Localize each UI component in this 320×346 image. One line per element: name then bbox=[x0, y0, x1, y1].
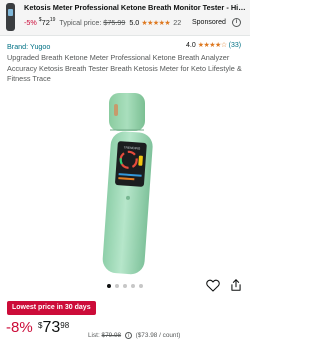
ketone-meter-image: TRENDING bbox=[102, 93, 153, 275]
ad-rating-value: 5.0 bbox=[129, 18, 140, 27]
carousel-dot[interactable] bbox=[123, 284, 127, 288]
ad-typical-label: Typical price: bbox=[59, 18, 102, 27]
carousel-dot[interactable] bbox=[115, 284, 119, 288]
current-price: $ 73 98 bbox=[38, 319, 69, 337]
sponsored-ad-banner[interactable]: Ketosis Meter Professional Ketone Breath… bbox=[0, 0, 250, 36]
ad-star-rating: ★★★★★ bbox=[141, 20, 171, 27]
discount-percent: -8% bbox=[6, 319, 33, 336]
product-title: Upgraded Breath Ketone Meter Professiona… bbox=[7, 53, 242, 84]
ad-price: $7219 bbox=[38, 17, 56, 27]
product-image[interactable]: TRENDING bbox=[0, 88, 250, 278]
heart-icon[interactable] bbox=[206, 279, 220, 292]
list-price-row: List: $79.98 i ($73.98 / count) bbox=[88, 332, 180, 339]
unit-price: ($73.98 / count) bbox=[135, 332, 181, 340]
ad-price-row: -5% $7219 Typical price: $75.99 5.0 ★★★★… bbox=[24, 17, 182, 27]
info-icon[interactable]: i bbox=[232, 18, 241, 27]
price-whole: 73 bbox=[42, 319, 61, 336]
ad-discount: -5% bbox=[24, 18, 37, 27]
review-count: (33) bbox=[228, 41, 242, 49]
carousel-dot[interactable] bbox=[107, 284, 111, 288]
list-price: $79.98 bbox=[101, 332, 122, 340]
share-icon[interactable] bbox=[229, 278, 243, 292]
ad-product-title[interactable]: Ketosis Meter Professional Ketone Breath… bbox=[24, 3, 246, 12]
price-fraction: 98 bbox=[60, 321, 70, 330]
product-rating[interactable]: 4.0 ★★★★☆ (33) bbox=[186, 41, 242, 50]
sponsored-label: Sponsored bbox=[192, 19, 226, 26]
info-icon[interactable]: i bbox=[124, 332, 132, 339]
star-rating: ★★★★☆ bbox=[197, 42, 227, 49]
deal-badge: Lowest price in 30 days bbox=[7, 301, 96, 315]
rating-value: 4.0 bbox=[186, 41, 196, 49]
ad-review-count: 22 bbox=[173, 18, 182, 27]
carousel-dot[interactable] bbox=[139, 284, 143, 288]
list-price-label: List: bbox=[88, 332, 100, 340]
image-carousel-dots[interactable] bbox=[107, 284, 143, 288]
brand-link[interactable]: Brand: Yugoo bbox=[7, 42, 50, 51]
carousel-dot[interactable] bbox=[131, 284, 135, 288]
ad-typical-price: $75.99 bbox=[103, 18, 126, 27]
ad-product-thumbnail[interactable] bbox=[6, 3, 15, 31]
